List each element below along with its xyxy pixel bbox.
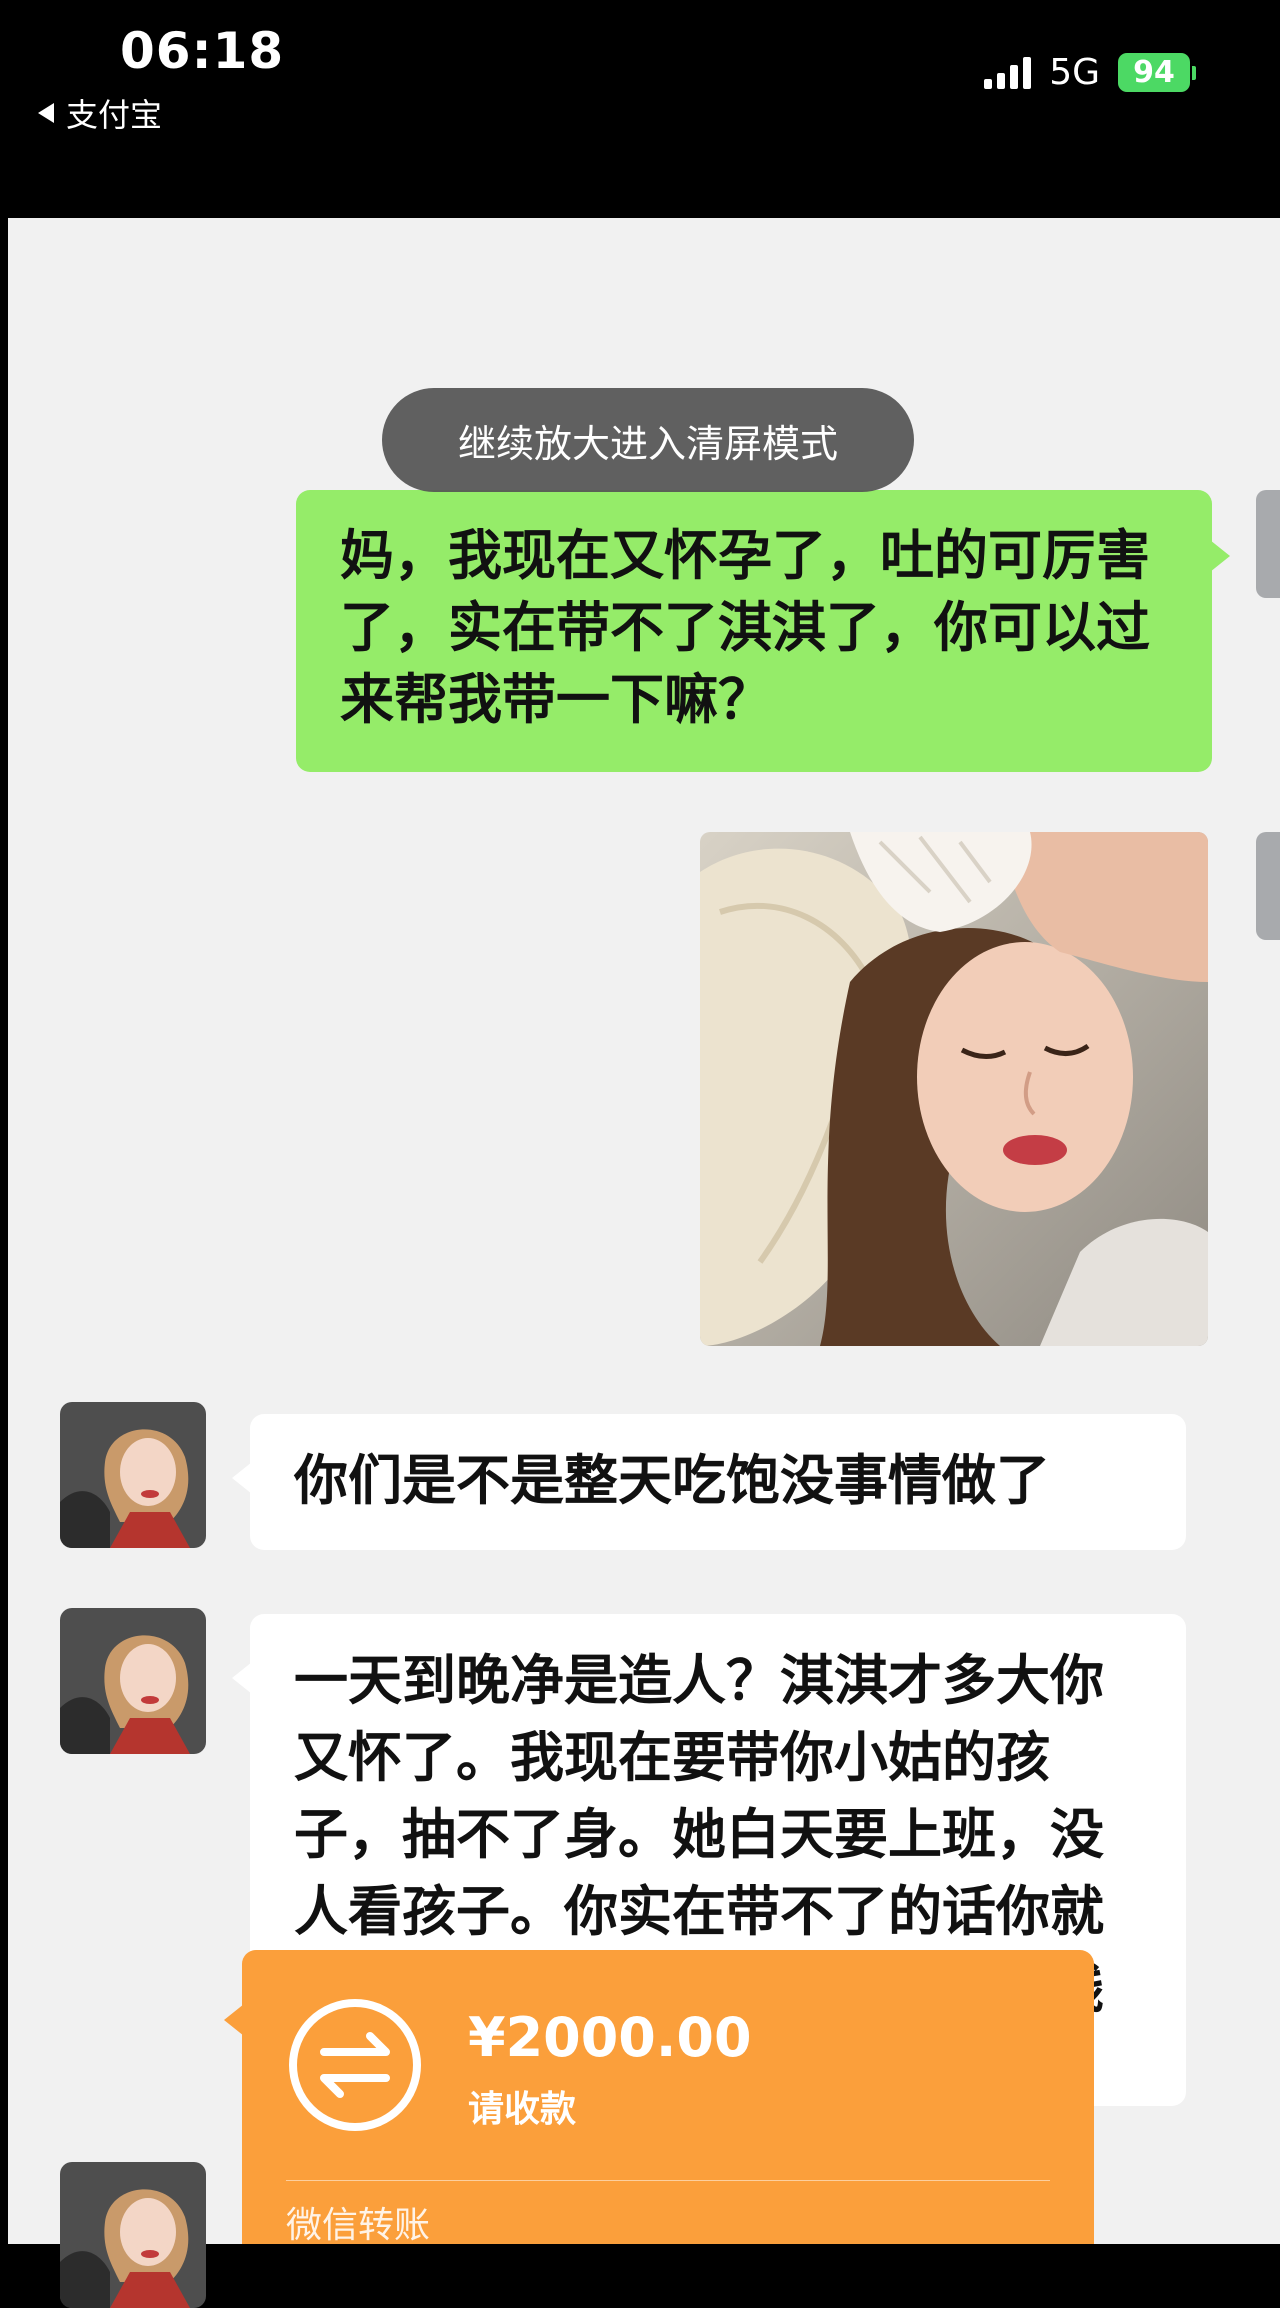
message-text: 你们是不是整天吃饱没事情做了 [294,1449,1050,1512]
transfer-arrows-icon [289,1999,421,2131]
network-type: 5G [1049,52,1100,93]
message-text: 妈，我现在又怀孕了，吐的可厉害了，实在带不了淇淇了，你可以过来帮我带一下嘛？ [340,524,1150,731]
self-avatar[interactable] [1256,832,1280,940]
back-app-label: 支付宝 [66,96,163,134]
battery-icon: 94 [1118,53,1196,92]
back-to-app-button[interactable]: 支付宝 [38,90,162,136]
message-bubble-self[interactable]: 妈，我现在又怀孕了，吐的可厉害了，实在带不了淇淇了，你可以过来帮我带一下嘛？ [296,490,1230,772]
battery-level: 94 [1118,53,1190,92]
status-bar: 06:18 支付宝 5G 94 [0,0,1280,218]
chat-area[interactable]: 继续放大进入清屏模式 妈，我现在又怀孕了，吐的可厉害了，实在带不了淇淇了，你可以… [8,218,1280,2308]
transfer-amount: ¥2000.00 [468,2006,752,2069]
system-icons: 5G 94 [984,52,1196,93]
transfer-status: 请收款 [468,2089,577,2130]
contact-avatar[interactable] [60,2162,206,2308]
sick-woman-photo [700,832,1208,1346]
signal-icon [984,56,1032,89]
self-avatar[interactable] [1256,490,1280,598]
contact-avatar[interactable] [60,1402,206,1548]
back-arrow-icon [38,103,54,123]
clock: 06:18 [120,22,285,80]
message-image[interactable] [700,832,1208,1346]
transfer-divider [286,2180,1050,2181]
contact-avatar[interactable] [60,1608,206,1754]
zoom-toast: 继续放大进入清屏模式 [382,388,914,492]
transfer-card[interactable]: ¥2000.00 请收款 微信转账 [224,1950,1094,2246]
message-bubble-other[interactable]: 你们是不是整天吃饱没事情做了 [232,1414,1186,1550]
transfer-source: 微信转账 [286,2205,431,2246]
